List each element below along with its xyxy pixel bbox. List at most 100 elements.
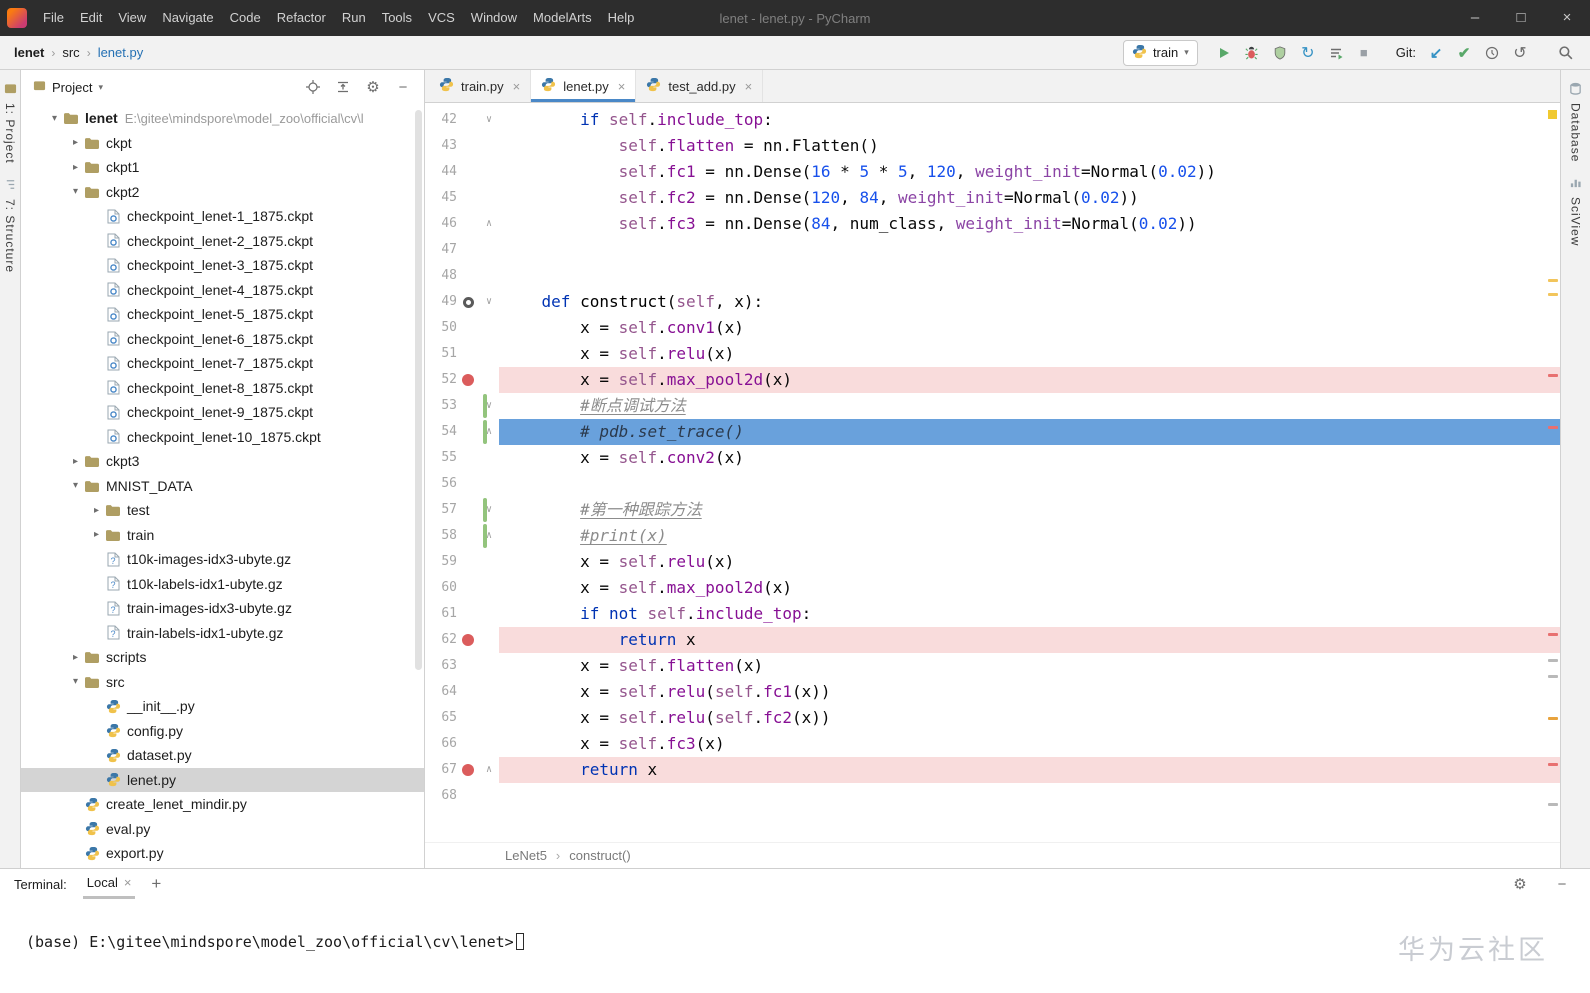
code-text[interactable]: x = self.relu(x) xyxy=(499,549,1560,575)
fold-marker-icon[interactable]: ∧ xyxy=(479,211,499,237)
tree-item-checkpoint-lenet-6-1875-ckpt[interactable]: checkpoint_lenet-6_1875.ckpt xyxy=(21,327,424,352)
editor-breadcrumb-lenet5[interactable]: LeNet5 xyxy=(505,848,547,863)
tab-test-add-py[interactable]: test_add.py× xyxy=(636,70,763,102)
breakpoint-icon[interactable] xyxy=(457,764,479,776)
code-line-66[interactable]: 66 x = self.fc3(x) xyxy=(425,731,1560,757)
code-line-44[interactable]: 44 self.fc1 = nn.Dense(16 * 5 * 5, 120, … xyxy=(425,159,1560,185)
code-line-49[interactable]: 49∨ def construct(self, x): xyxy=(425,289,1560,315)
error-stripe-mark[interactable] xyxy=(1548,675,1558,678)
search-everywhere-button[interactable] xyxy=(1552,40,1580,66)
code-text[interactable]: #print(x) xyxy=(499,523,1560,549)
tree-item-checkpoint-lenet-8-1875-ckpt[interactable]: checkpoint_lenet-8_1875.ckpt xyxy=(21,376,424,401)
gutter[interactable]: 56 xyxy=(425,471,499,497)
gutter[interactable]: 63 xyxy=(425,653,499,679)
menu-file[interactable]: File xyxy=(35,0,72,36)
code-line-51[interactable]: 51 x = self.relu(x) xyxy=(425,341,1560,367)
tree-item-checkpoint-lenet-2-1875-ckpt[interactable]: checkpoint_lenet-2_1875.ckpt xyxy=(21,229,424,254)
menu-refactor[interactable]: Refactor xyxy=(269,0,334,36)
tree-item-checkpoint-lenet-9-1875-ckpt[interactable]: checkpoint_lenet-9_1875.ckpt xyxy=(21,400,424,425)
code-line-64[interactable]: 64 x = self.relu(self.fc1(x)) xyxy=(425,679,1560,705)
code-line-57[interactable]: 57∨ #第一种跟踪方法 xyxy=(425,497,1560,523)
code-editor[interactable]: 42∨ if self.include_top:43 self.flatten … xyxy=(425,103,1560,842)
breakpoint-icon[interactable] xyxy=(457,374,479,386)
code-line-48[interactable]: 48 xyxy=(425,263,1560,289)
gutter[interactable]: 57∨ xyxy=(425,497,499,523)
gutter[interactable]: 44 xyxy=(425,159,499,185)
tree-expand-arrow-icon[interactable]: ▸ xyxy=(68,456,83,467)
tree-item-mnist-data[interactable]: ▾MNIST_DATA xyxy=(21,474,424,499)
debug-button[interactable] xyxy=(1238,40,1266,66)
tree-item-eval-py[interactable]: eval.py xyxy=(21,817,424,842)
close-button[interactable]: × xyxy=(1544,0,1590,36)
tree-item-src[interactable]: ▾src xyxy=(21,670,424,695)
terminal-hide-button[interactable]: − xyxy=(1548,871,1576,897)
terminal-tab-local[interactable]: Local × xyxy=(83,869,136,899)
code-text[interactable]: self.fc3 = nn.Dense(84, num_class, weigh… xyxy=(499,211,1560,237)
code-text[interactable]: x = self.max_pool2d(x) xyxy=(499,575,1560,601)
tree-item-ckpt3[interactable]: ▸ckpt3 xyxy=(21,449,424,474)
code-text[interactable]: if not self.include_top: xyxy=(499,601,1560,627)
tree-item-t10k-images-idx3-ubyte-gz[interactable]: ?t10k-images-idx3-ubyte.gz xyxy=(21,547,424,572)
gutter[interactable]: 64 xyxy=(425,679,499,705)
code-line-46[interactable]: 46∧ self.fc3 = nn.Dense(84, num_class, w… xyxy=(425,211,1560,237)
editor-breadcrumb-construct[interactable]: construct() xyxy=(569,848,630,863)
error-stripe-mark[interactable] xyxy=(1548,659,1558,662)
inspections-indicator[interactable] xyxy=(1548,110,1557,119)
tree-item-checkpoint-lenet-1-1875-ckpt[interactable]: checkpoint_lenet-1_1875.ckpt xyxy=(21,204,424,229)
gutter[interactable]: 66 xyxy=(425,731,499,757)
run-button[interactable] xyxy=(1210,40,1238,66)
menu-view[interactable]: View xyxy=(110,0,154,36)
menu-vcs[interactable]: VCS xyxy=(420,0,463,36)
fold-marker-icon[interactable]: ∧ xyxy=(479,757,499,783)
code-text[interactable]: return x xyxy=(499,627,1560,653)
coverage-button[interactable] xyxy=(1266,40,1294,66)
code-text[interactable]: self.fc2 = nn.Dense(120, 84, weight_init… xyxy=(499,185,1560,211)
fold-marker-icon[interactable]: ∨ xyxy=(479,289,499,315)
stop-button[interactable]: ■ xyxy=(1350,40,1378,66)
tab-train-py[interactable]: train.py× xyxy=(429,70,531,102)
tree-item-config-py[interactable]: config.py xyxy=(21,719,424,744)
code-text[interactable] xyxy=(499,237,1560,263)
fold-marker-icon[interactable]: ∨ xyxy=(479,393,499,419)
code-line-55[interactable]: 55 x = self.conv2(x) xyxy=(425,445,1560,471)
fold-marker-icon[interactable]: ∧ xyxy=(479,419,499,445)
menu-modelarts[interactable]: ModelArts xyxy=(525,0,600,36)
code-line-53[interactable]: 53∨ #断点调试方法 xyxy=(425,393,1560,419)
gutter[interactable]: 65 xyxy=(425,705,499,731)
code-line-58[interactable]: 58∧ #print(x) xyxy=(425,523,1560,549)
tree-item-checkpoint-lenet-10-1875-ckpt[interactable]: checkpoint_lenet-10_1875.ckpt xyxy=(21,425,424,450)
breadcrumb-lenet-py[interactable]: lenet.py xyxy=(98,45,144,60)
menu-edit[interactable]: Edit xyxy=(72,0,110,36)
gutter[interactable]: 55 xyxy=(425,445,499,471)
tree-item-checkpoint-lenet-7-1875-ckpt[interactable]: checkpoint_lenet-7_1875.ckpt xyxy=(21,351,424,376)
tree-expand-arrow-icon[interactable]: ▸ xyxy=(89,529,104,540)
tree-item-train-labels-idx1-ubyte-gz[interactable]: ?train-labels-idx1-ubyte.gz xyxy=(21,621,424,646)
error-stripe-mark[interactable] xyxy=(1548,293,1558,296)
code-line-65[interactable]: 65 x = self.relu(self.fc2(x)) xyxy=(425,705,1560,731)
gutter[interactable]: 52 xyxy=(425,367,499,393)
tree-item-train[interactable]: ▸train xyxy=(21,523,424,548)
breadcrumb-lenet[interactable]: lenet xyxy=(14,45,44,60)
history-button[interactable] xyxy=(1478,40,1506,66)
code-text[interactable]: return x xyxy=(499,757,1560,783)
tree-item-test[interactable]: ▸test xyxy=(21,498,424,523)
menu-tools[interactable]: Tools xyxy=(374,0,420,36)
tree-item-lenet[interactable]: ▾lenetE:\gitee\mindspore\model_zoo\offic… xyxy=(21,106,424,131)
tree-item-dataset-py[interactable]: dataset.py xyxy=(21,743,424,768)
close-icon[interactable]: × xyxy=(513,79,521,94)
tree-expand-arrow-icon[interactable]: ▾ xyxy=(68,480,83,491)
code-text[interactable]: x = self.relu(x) xyxy=(499,341,1560,367)
code-text[interactable]: x = self.fc3(x) xyxy=(499,731,1560,757)
gutter[interactable]: 59 xyxy=(425,549,499,575)
code-text[interactable]: #第一种跟踪方法 xyxy=(499,497,1560,523)
code-line-61[interactable]: 61 if not self.include_top: xyxy=(425,601,1560,627)
fold-marker-icon[interactable]: ∨ xyxy=(479,497,499,523)
tool-window-button-7-structure[interactable]: 7: Structure xyxy=(3,166,17,275)
settings-button[interactable]: ⚙ xyxy=(360,74,386,100)
project-view-selector[interactable]: Project ▾ xyxy=(33,79,103,95)
menu-window[interactable]: Window xyxy=(463,0,525,36)
tree-item-init-py[interactable]: __init__.py xyxy=(21,694,424,719)
fold-marker-icon[interactable]: ∨ xyxy=(479,107,499,133)
error-stripe[interactable] xyxy=(1546,103,1560,842)
tree-expand-arrow-icon[interactable]: ▾ xyxy=(68,186,83,197)
